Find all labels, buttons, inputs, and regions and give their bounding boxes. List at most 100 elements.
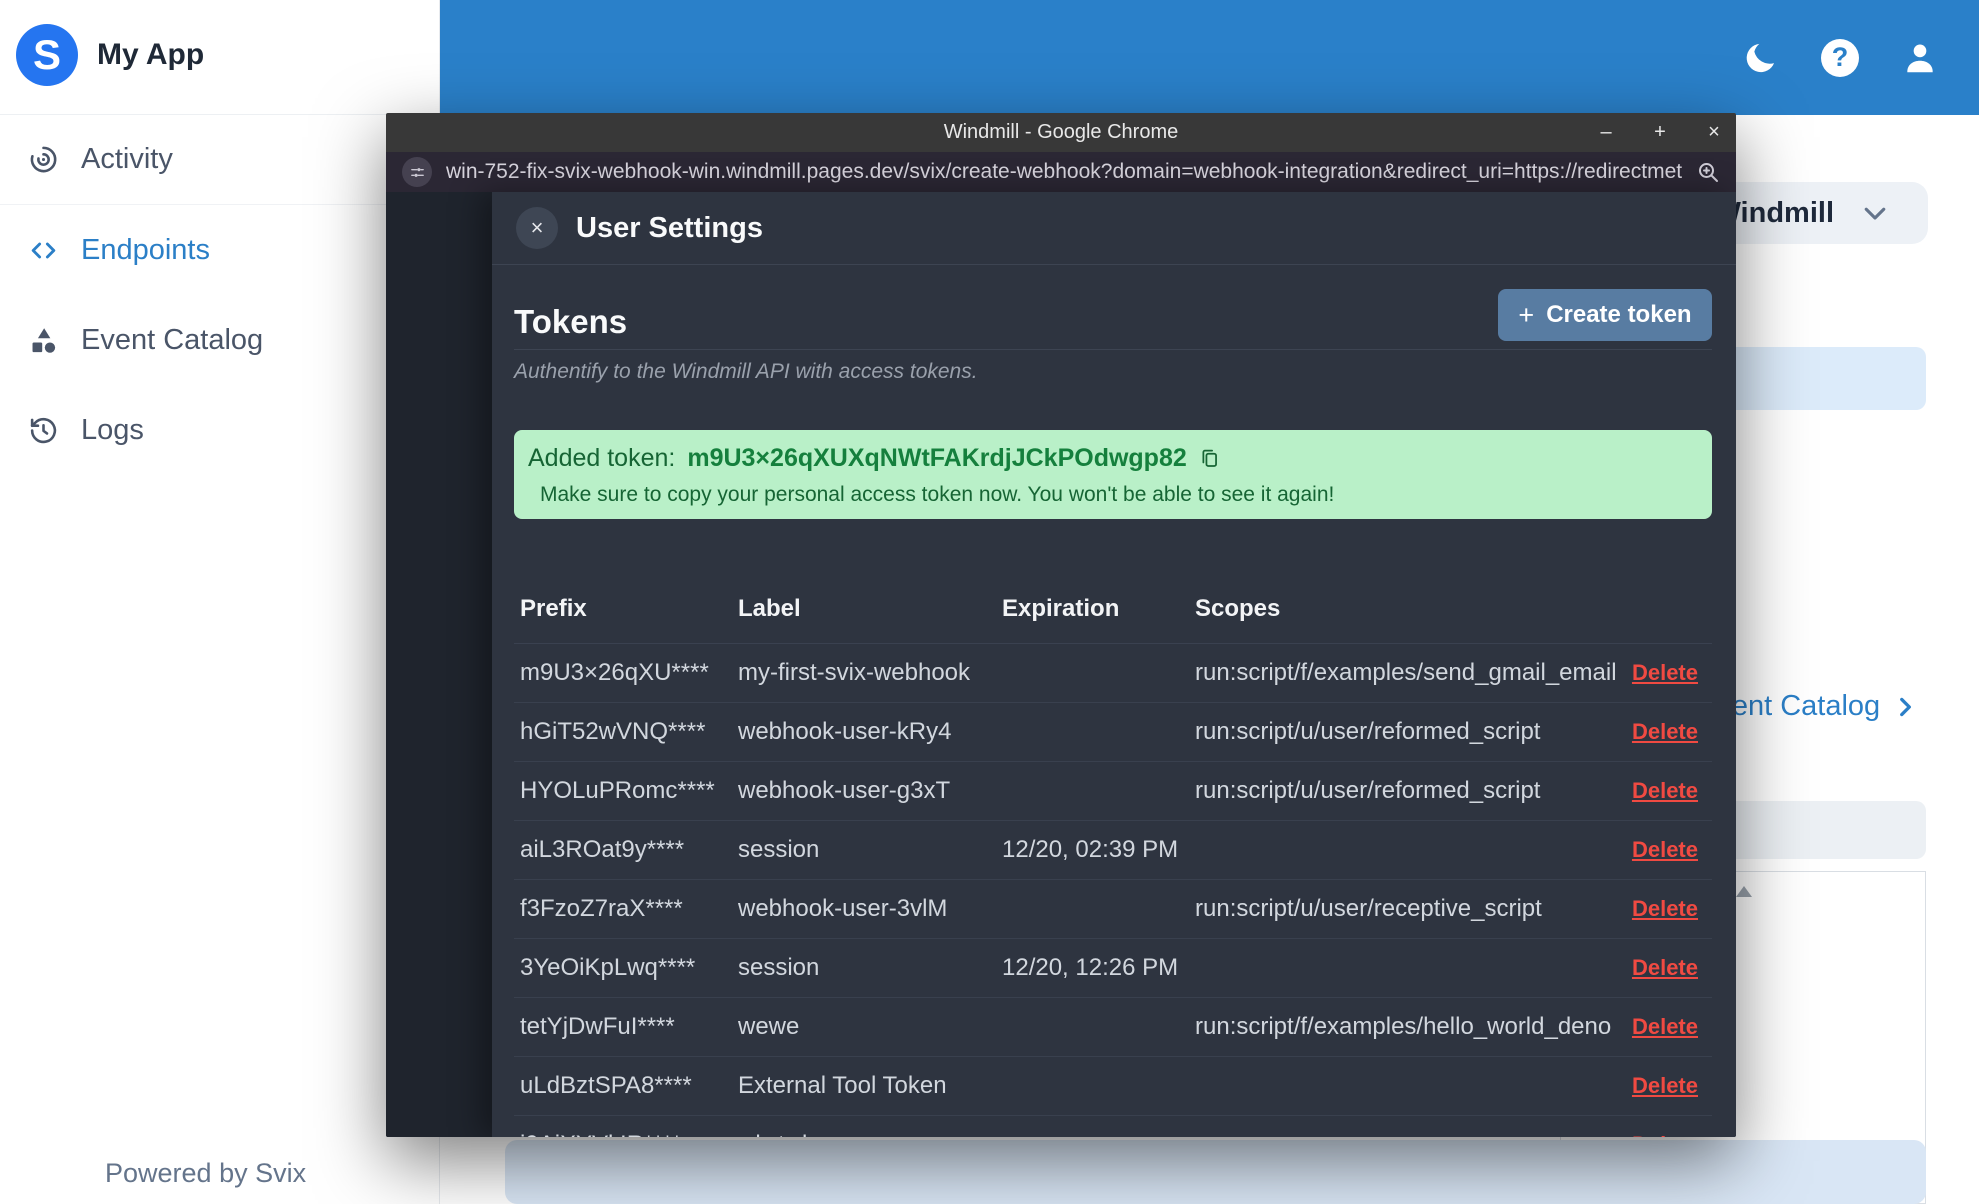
page-content: × User Settings Tokens + Create token Au… xyxy=(386,192,1736,1137)
delete-token-link[interactable]: Delete xyxy=(1632,778,1698,804)
token-value: m9U3×26qXUXqNWtFAKrdjJCkPOdwgp82 xyxy=(687,444,1187,472)
tokens-table-body: m9U3×26qXU**** my-first-svix-webhook run… xyxy=(514,644,1712,1137)
token-prefix: f3FzoZ7raX**** xyxy=(520,895,683,922)
added-token-label: Added token: xyxy=(528,444,676,472)
token-table-row: m9U3×26qXU**** my-first-svix-webhook run… xyxy=(514,644,1712,703)
user-menu-button[interactable] xyxy=(1901,39,1939,77)
drawer-body: Tokens + Create token Authentify to the … xyxy=(492,265,1736,1137)
maximize-button[interactable]: + xyxy=(1650,121,1670,144)
tokens-header-row: Tokens + Create token xyxy=(514,289,1712,350)
minimize-button[interactable]: – xyxy=(1596,121,1616,144)
token-label: webhook-user-g3xT xyxy=(738,777,951,804)
sidebar-item-label: Endpoints xyxy=(81,233,210,266)
site-settings-button[interactable] xyxy=(402,157,432,187)
token-label: wlwtwl xyxy=(738,1131,1002,1137)
close-window-button[interactable]: × xyxy=(1704,121,1724,144)
token-table-row: HYOLuPRomc**** webhook-user-g3xT run:scr… xyxy=(514,762,1712,821)
token-table-row: uLdBztSPA8**** External Tool Token Delet… xyxy=(514,1057,1712,1116)
clipboard-icon xyxy=(1202,449,1217,467)
delete-token-link[interactable]: Delete xyxy=(1632,896,1698,922)
token-scopes: run:script/f/examples/hello_world_deno xyxy=(1195,1013,1612,1040)
window-title: Windmill - Google Chrome xyxy=(943,121,1179,143)
sidebar-header: S My App xyxy=(0,0,439,115)
sidebar-item-event-catalog[interactable]: Event Catalog xyxy=(0,295,439,385)
app-header: ? xyxy=(440,0,1979,115)
token-prefix: i9AiXYVkIR**** xyxy=(520,1131,738,1137)
sidebar-nav: Activity Endpoints Event Catalog Logs xyxy=(0,115,439,475)
delete-token-link[interactable]: Delete xyxy=(1632,1132,1698,1137)
question-mark-icon: ? xyxy=(1821,38,1859,77)
column-header-prefix: Prefix xyxy=(520,595,587,622)
added-token-banner: Added token: m9U3×26qXUXqNWtFAKrdjJCkPOd… xyxy=(514,430,1712,519)
column-header-scopes: Scopes xyxy=(1195,595,1281,622)
chevron-down-icon xyxy=(1864,207,1886,220)
chrome-window: Windmill - Google Chrome – + × win-752-f… xyxy=(386,113,1736,1137)
token-expiration: 12/20, 12:26 PM xyxy=(1002,954,1179,981)
delete-token-link[interactable]: Delete xyxy=(1632,660,1698,686)
token-prefix: hGiT52wVNQ**** xyxy=(520,718,706,745)
svix-logo-icon: S xyxy=(16,24,78,86)
token-table-row: tetYjDwFuI**** wewe run:script/f/example… xyxy=(514,998,1712,1057)
token-label: webhook-user-kRy4 xyxy=(738,718,952,745)
app-title: My App xyxy=(97,38,205,71)
token-label: wewe xyxy=(738,1013,800,1040)
scroll-up-arrow-icon[interactable] xyxy=(1736,886,1752,897)
tokens-heading: Tokens xyxy=(514,303,628,340)
tokens-table-header: Prefix Label Expiration Scopes xyxy=(514,589,1712,644)
sidebar-item-endpoints[interactable]: Endpoints xyxy=(0,205,439,295)
delete-token-link[interactable]: Delete xyxy=(1632,1014,1698,1040)
user-settings-drawer: × User Settings Tokens + Create token Au… xyxy=(492,192,1736,1137)
token-prefix: 3YeOiKpLwq**** xyxy=(520,954,696,981)
zoom-page-icon[interactable] xyxy=(1696,160,1720,184)
create-token-label: Create token xyxy=(1546,301,1692,328)
create-token-button[interactable]: + Create token xyxy=(1498,289,1712,341)
window-titlebar[interactable]: Windmill - Google Chrome – + × xyxy=(386,113,1736,152)
tokens-table: Prefix Label Expiration Scopes m9U3×26qX… xyxy=(514,589,1712,1137)
sidebar-item-logs[interactable]: Logs xyxy=(0,385,439,475)
drawer-title: User Settings xyxy=(576,211,763,244)
activity-icon xyxy=(30,146,57,173)
url-input[interactable]: win-752-fix-svix-webhook-win.windmill.pa… xyxy=(446,160,1682,184)
endpoints-icon xyxy=(31,242,56,258)
token-warning-note: Make sure to copy your personal access t… xyxy=(540,483,1335,506)
app-sidebar: S My App Activity Endpoints Event Catalo… xyxy=(0,0,440,1204)
powered-by-svix: Powered by Svix xyxy=(105,1158,307,1188)
user-icon xyxy=(1907,44,1933,72)
token-scopes: run:script/u/user/reformed_script xyxy=(1195,777,1541,804)
window-controls: – + × xyxy=(1596,113,1724,152)
token-label: session xyxy=(738,836,820,863)
token-prefix: uLdBztSPA8**** xyxy=(520,1072,692,1099)
chrome-urlbar: win-752-fix-svix-webhook-win.windmill.pa… xyxy=(386,152,1736,192)
modal-overlay[interactable] xyxy=(386,192,492,1137)
token-table-row: aiL3ROat9y**** session 12/20, 02:39 PM D… xyxy=(514,821,1712,880)
token-label: my-first-svix-webhook xyxy=(738,659,971,686)
token-expiration: 12/20, 02:39 PM xyxy=(1002,836,1179,863)
token-scopes: run:script/u/user/receptive_script xyxy=(1195,895,1542,922)
sidebar-item-activity[interactable]: Activity xyxy=(0,115,439,205)
token-label: webhook-user-3vlM xyxy=(738,895,948,922)
close-drawer-button[interactable]: × xyxy=(516,207,558,249)
copy-token-button[interactable] xyxy=(1199,448,1220,469)
delete-token-link[interactable]: Delete xyxy=(1632,837,1698,863)
delete-token-link[interactable]: Delete xyxy=(1632,955,1698,981)
delete-token-link[interactable]: Delete xyxy=(1632,1073,1698,1099)
added-token-line: Added token: m9U3×26qXUXqNWtFAKrdjJCkPOd… xyxy=(528,444,1692,473)
sidebar-item-label: Activity xyxy=(81,143,173,175)
column-header-label: Label xyxy=(738,595,801,622)
token-scopes: run:script/f/examples/send_gmail_email xyxy=(1195,659,1617,686)
token-prefix: HYOLuPRomc**** xyxy=(520,777,715,804)
token-prefix: tetYjDwFuI**** xyxy=(520,1013,675,1040)
help-button[interactable]: ? xyxy=(1821,38,1859,77)
dark-mode-toggle[interactable] xyxy=(1741,39,1779,77)
token-label: session xyxy=(738,954,820,981)
sidebar-item-label: Logs xyxy=(81,413,144,446)
drawer-header: × User Settings xyxy=(492,192,1736,265)
delete-token-link[interactable]: Delete xyxy=(1632,719,1698,745)
token-prefix: m9U3×26qXU**** xyxy=(520,659,709,686)
sliders-icon xyxy=(410,167,424,177)
token-table-row: i9AiXYVkIR**** wlwtwl Delete xyxy=(514,1116,1712,1137)
chevron-right-icon xyxy=(1900,697,1912,716)
tokens-subtitle: Authentify to the Windmill API with acce… xyxy=(514,360,978,383)
sidebar-item-label: Event Catalog xyxy=(81,323,264,356)
moon-icon xyxy=(1746,43,1775,72)
